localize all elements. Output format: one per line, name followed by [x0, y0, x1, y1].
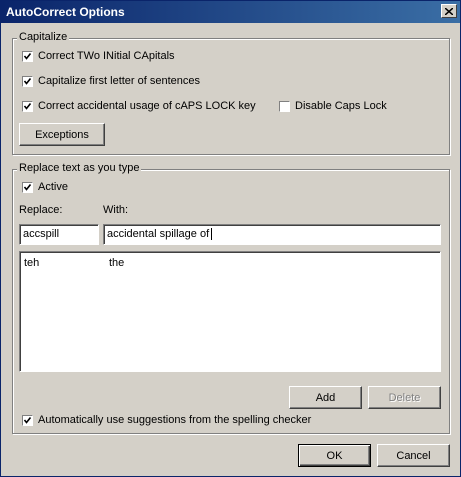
replace-legend: Replace text as you type — [17, 162, 142, 174]
cancel-button-label: Cancel — [396, 449, 431, 462]
checkbox-box[interactable] — [22, 50, 33, 62]
replace-input-value: accspill — [23, 228, 60, 240]
close-button[interactable] — [441, 4, 457, 18]
disable-caps-lock-checkbox[interactable]: Disable Caps Lock — [279, 100, 387, 112]
delete-button[interactable]: Delete — [368, 386, 441, 409]
text-cursor — [211, 228, 213, 241]
ok-button[interactable]: OK — [298, 444, 371, 467]
checkbox-box[interactable] — [22, 414, 33, 426]
exceptions-button[interactable]: Exceptions — [19, 123, 105, 146]
replace-label: Replace: — [19, 204, 63, 216]
delete-button-label: Delete — [388, 391, 421, 404]
replacement-list[interactable]: teh the — [19, 251, 441, 372]
checkbox-label: Automatically use suggestions from the s… — [38, 414, 312, 426]
correct-two-initial-capitals-checkbox[interactable]: Correct TWo INitial CApitals — [22, 50, 175, 62]
with-input-value: accidental spillage of — [107, 228, 210, 240]
checkbox-box[interactable] — [22, 75, 33, 87]
list-item-with: the — [109, 257, 125, 269]
autocorrect-dialog: AutoCorrect Options Capitalize Correct T… — [0, 0, 461, 477]
checkbox-label: Disable Caps Lock — [295, 100, 387, 112]
checkbox-box[interactable] — [22, 181, 33, 193]
checkmark-icon — [23, 77, 32, 85]
checkbox-label: Capitalize first letter of sentences — [38, 75, 201, 87]
capitalize-legend: Capitalize — [17, 31, 70, 43]
capitalize-group: Capitalize Correct TWo INitial CApitals … — [12, 31, 450, 155]
checkmark-icon — [23, 416, 32, 424]
with-label: With: — [103, 204, 129, 216]
replace-input[interactable]: accspill — [19, 224, 99, 245]
spelling-suggestions-checkbox[interactable]: Automatically use suggestions from the s… — [22, 414, 311, 426]
checkmark-icon — [23, 102, 32, 110]
checkmark-icon — [23, 183, 32, 191]
capitalize-first-letter-checkbox[interactable]: Capitalize first letter of sentences — [22, 75, 200, 87]
close-icon — [445, 7, 453, 15]
checkbox-label: Correct accidental usage of cAPS LOCK ke… — [38, 100, 256, 112]
checkbox-box[interactable] — [279, 100, 290, 112]
dialog-title: AutoCorrect Options — [6, 5, 125, 19]
correct-caps-lock-checkbox[interactable]: Correct accidental usage of cAPS LOCK ke… — [22, 100, 256, 112]
checkbox-label: Active — [38, 181, 68, 193]
checkmark-icon — [23, 52, 32, 60]
cancel-button[interactable]: Cancel — [377, 444, 450, 467]
add-button[interactable]: Add — [289, 386, 362, 409]
add-button-label: Add — [315, 391, 336, 404]
checkbox-box[interactable] — [22, 100, 33, 112]
exceptions-button-label: Exceptions — [35, 128, 89, 141]
active-checkbox[interactable]: Active — [22, 181, 68, 193]
list-item-replace: teh — [24, 257, 40, 269]
title-bar[interactable]: AutoCorrect Options — [1, 1, 460, 23]
list-item[interactable]: teh the — [24, 257, 434, 271]
checkbox-label: Correct TWo INitial CApitals — [38, 50, 175, 62]
ok-button-label: OK — [326, 449, 343, 462]
with-input[interactable]: accidental spillage of — [103, 224, 441, 245]
replace-group: Replace text as you type Active Replace:… — [12, 162, 450, 434]
